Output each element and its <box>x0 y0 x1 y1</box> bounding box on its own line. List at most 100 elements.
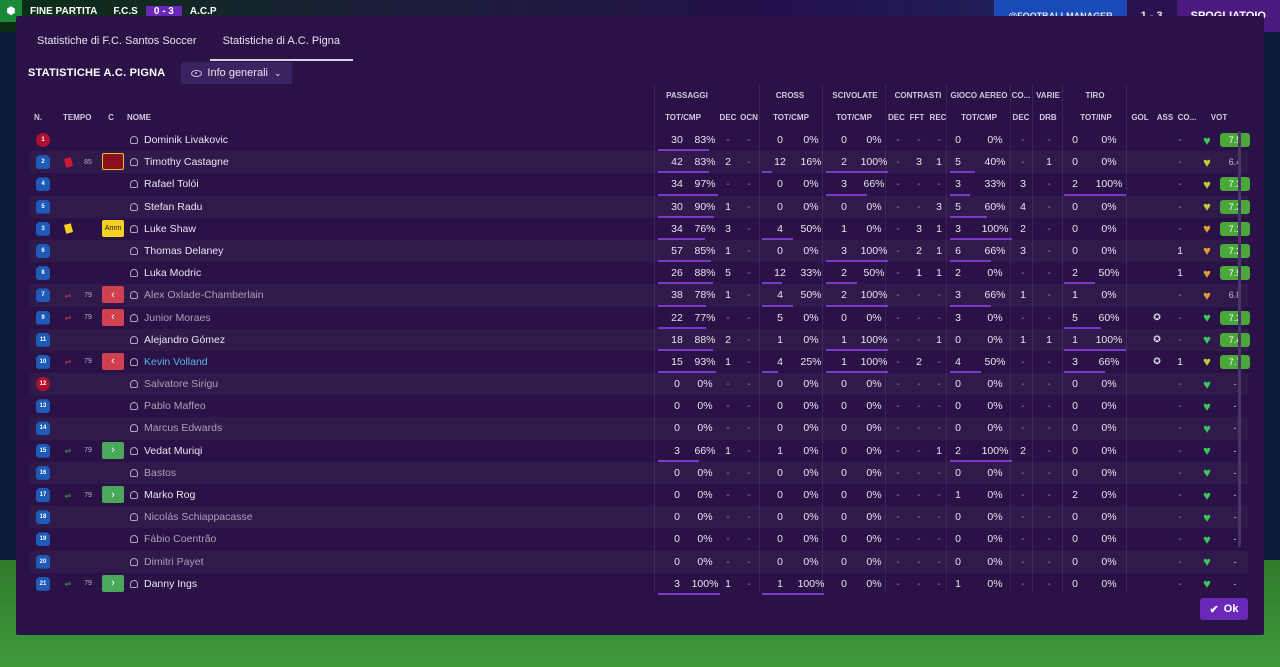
pass-pct: 88% <box>694 267 716 280</box>
player-name-label: Salvatore Sirigu <box>144 378 219 391</box>
contrasti-fft: 2 <box>916 355 922 368</box>
table-row[interactable]: 1 Dominik Livakovic 30 83% - -0 0% 0 0% - - -0 0% - -0… <box>30 129 1250 152</box>
table-row[interactable]: 20 Dimitri Payet 0 0% - -0 0% 0 0% - - -0 0% - -0 0% - ♥ - <box>30 551 1248 573</box>
sub-in-button[interactable]: › <box>102 574 124 592</box>
column-header-c[interactable]: C <box>106 113 116 122</box>
player-name[interactable]: Salvatore Sirigu <box>130 373 280 395</box>
column-header-n[interactable]: N. <box>32 113 44 122</box>
column-header-gol[interactable]: GOL <box>1130 113 1150 122</box>
column-header-aereo_totcmp[interactable]: TOT/CMP <box>956 113 1002 122</box>
table-row[interactable]: 10 ⇌ 79 ‹ Kevin Volland 15 93% 1-4 25% 1 100% -2-4 5… <box>30 351 1250 374</box>
table-row[interactable]: 14 Marcus Edwards 0 0% - -0 0% 0 0% - - -0 0% - -0 0% - ♥… <box>30 417 1248 439</box>
red-card-badge[interactable] <box>102 153 124 171</box>
player-icon <box>130 513 138 522</box>
sub-in-button[interactable]: › <box>102 486 124 503</box>
column-header-pass_dec[interactable]: DEC <box>719 113 737 122</box>
table-row[interactable]: 9 ⇌ 79 ‹ Junior Moraes 22 77% - -5 0% 0 0% - - -3 0% - -5… <box>30 307 1250 329</box>
player-name[interactable]: Dominik Livakovic <box>130 129 280 151</box>
contrasti-rec: - <box>937 289 941 302</box>
player-name[interactable]: Bastos <box>130 462 280 484</box>
contrasti-dec: - <box>896 178 900 191</box>
view-dropdown[interactable]: Info generali ⌄ <box>181 62 292 84</box>
table-row[interactable]: 15 ⇌ 79 › Vedat Muriqi 3 66% 1-1 0% 0 0% - -1 2 100% 2-… <box>30 440 1248 462</box>
table-row[interactable]: 16 Bastos 0 0% - -0 0% 0 0% - - -0 0% - -0 0% - ♥ - <box>30 462 1248 484</box>
match-status: FINE PARTITA <box>30 5 98 17</box>
player-name[interactable]: Kevin Volland <box>130 351 280 373</box>
player-name[interactable]: Thomas Delaney <box>130 240 280 262</box>
player-name[interactable]: Junior Moraes <box>130 307 280 329</box>
sub-out-icon: ⇌ <box>64 313 72 322</box>
table-row[interactable]: 12 Salvatore Sirigu 0 0% - -0 0% 0 0% - - -0 0% - -0 0%… <box>30 373 1248 395</box>
player-name[interactable]: Pablo Maffeo <box>130 395 280 417</box>
table-row[interactable]: 4 Rafael Tolói 34 97% - -0 0% 3 66% - - -3 33% 3-2 100… <box>30 173 1250 196</box>
player-name[interactable]: Timothy Castagne <box>130 151 280 173</box>
tab-home-stats[interactable]: Statistiche di F.C. Santos Soccer <box>24 29 210 61</box>
morale-heart-icon: ♥ <box>1203 287 1211 303</box>
column-header-tiro_totinp[interactable]: TOT/INP <box>1076 113 1116 122</box>
player-name[interactable]: Dimitri Payet <box>130 551 280 573</box>
player-name[interactable]: Luke Shaw <box>130 218 280 240</box>
table-row[interactable]: 2 85 Timothy Castagne 42 83% 2-12 16% 2 100% -3 1 5… <box>30 151 1248 174</box>
table-row[interactable]: 5 Stefan Radu 30 90% 1-0 0% 0 0% - -3 5 60% 4-0 0% - ♥ 7… <box>30 196 1250 218</box>
column-header-cross_totcmp[interactable]: TOT/CMP <box>771 113 811 122</box>
column-header-ass[interactable]: ASS <box>1156 113 1174 122</box>
player-name[interactable]: Nicolás Schiappacasse <box>130 506 280 528</box>
tab-away-stats[interactable]: Statistiche di A.C. Pigna <box>209 29 353 61</box>
column-header-co_dec[interactable]: DEC <box>1012 113 1030 122</box>
table-row[interactable]: 19 Fábio Coentrão 0 0% - -0 0% 0 0% - - -0 0% - -0 0% - ♥… <box>30 528 1248 550</box>
cross-total: 1 <box>777 577 783 590</box>
yellow-card-badge[interactable]: Amm <box>102 219 124 237</box>
player-name[interactable]: Marko Rog <box>130 484 280 506</box>
dribbles: - <box>1047 178 1051 191</box>
pass-pct: 0% <box>697 555 713 568</box>
sub-in-button[interactable]: › <box>102 441 124 459</box>
player-name[interactable]: Luka Modric <box>130 262 280 284</box>
column-header-co[interactable]: CO... <box>1176 113 1198 122</box>
scrollbar[interactable] <box>1238 131 1241 547</box>
column-header-con_dec[interactable]: DEC <box>888 113 905 122</box>
player-name[interactable]: Fábio Coentrão <box>130 528 280 550</box>
pass-dec: - <box>726 489 730 501</box>
player-name[interactable]: Marcus Edwards <box>130 417 280 439</box>
column-header-vot[interactable]: VOT <box>1208 113 1230 122</box>
table-row[interactable]: 11 Alejandro Gómez 18 88% 2-1 0% 1 100% - -1 0 0% 1 1… <box>30 329 1250 351</box>
pass-ocn: - <box>747 355 751 368</box>
table-row[interactable]: 18 Nicolás Schiappacasse 0 0% - -0 0% 0 0% - - -0 0%… <box>30 506 1248 528</box>
player-name[interactable]: Rafael Tolói <box>130 173 280 195</box>
player-name[interactable]: Alex Oxlade-Chamberlain <box>130 284 280 306</box>
table-row[interactable]: 8 Luka Modric 26 88% 5-12 33% 2 50% -1 1 2 0% - -2 50%… <box>30 262 1250 285</box>
ok-button-label: Ok <box>1223 603 1239 615</box>
shots-pct: 0% <box>1101 489 1117 501</box>
sub-out-button[interactable]: ‹ <box>102 308 124 326</box>
player-name[interactable]: Stefan Radu <box>130 196 280 218</box>
player-name[interactable]: Vedat Muriqi <box>130 440 280 462</box>
cross-total: 12 <box>774 267 786 280</box>
table-row[interactable]: 21 ⇌ 79 › Danny Ings 3 100% 1 - 1 100% 0 0% - - - 1 0% - - 0… <box>30 573 1248 595</box>
column-header-tempo[interactable]: TEMPO <box>63 113 91 122</box>
column-header-pass_ocn[interactable]: OCN <box>738 113 760 122</box>
table-row[interactable]: 3 Amm Luke Shaw 34 76% 3-4 50% 1 0% -3 1 3 100% 2-0 0%… <box>30 218 1250 240</box>
shots-total: 0 <box>1072 422 1078 435</box>
pass-total: 34 <box>671 178 683 191</box>
shirt-number-badge: 21 <box>36 576 50 591</box>
column-header-varie_drb[interactable]: DRB <box>1038 113 1058 122</box>
column-header-con_fft[interactable]: FFT <box>908 113 926 122</box>
contrasti-fft: - <box>917 378 921 391</box>
cross-total: 0 <box>777 489 783 501</box>
player-name[interactable]: Danny Ings <box>130 573 280 595</box>
sub-out-button[interactable]: ‹ <box>102 286 124 304</box>
ok-button[interactable]: ✔ Ok <box>1200 598 1248 620</box>
sub-in-icon: ⇌ <box>64 446 72 456</box>
player-name[interactable]: Alejandro Gómez <box>130 329 280 351</box>
table-row[interactable]: 6 Thomas Delaney 57 85% 1-0 0% 3 100% -2 1 6 66% 3-0… <box>30 240 1250 263</box>
column-header-pass_totcmp[interactable]: TOT/CMP <box>662 113 704 122</box>
column-header-nome[interactable]: NOME <box>127 113 167 122</box>
sub-out-button[interactable]: ‹ <box>102 352 124 370</box>
column-header-con_rec[interactable]: REC <box>929 113 947 122</box>
eye-icon <box>191 69 203 77</box>
table-row[interactable]: 13 Pablo Maffeo 0 0% - -0 0% 0 0% - - -0 0% - -0 0% - ♥ - <box>30 395 1248 417</box>
table-row[interactable]: 7 ⇌ 79 ‹ Alex Oxlade-Chamberlain 38 78% 1 - 4 50% 2… <box>30 284 1248 307</box>
column-header-sciv_totcmp[interactable]: TOT/CMP <box>834 113 874 122</box>
table-row[interactable]: 17 ⇌ 79 › Marko Rog 0 0% - - 0 0% 0 0% - - - 1 0% - - 2 0% - ♥ - <box>30 484 1248 506</box>
rating-badge: - <box>1233 379 1237 390</box>
